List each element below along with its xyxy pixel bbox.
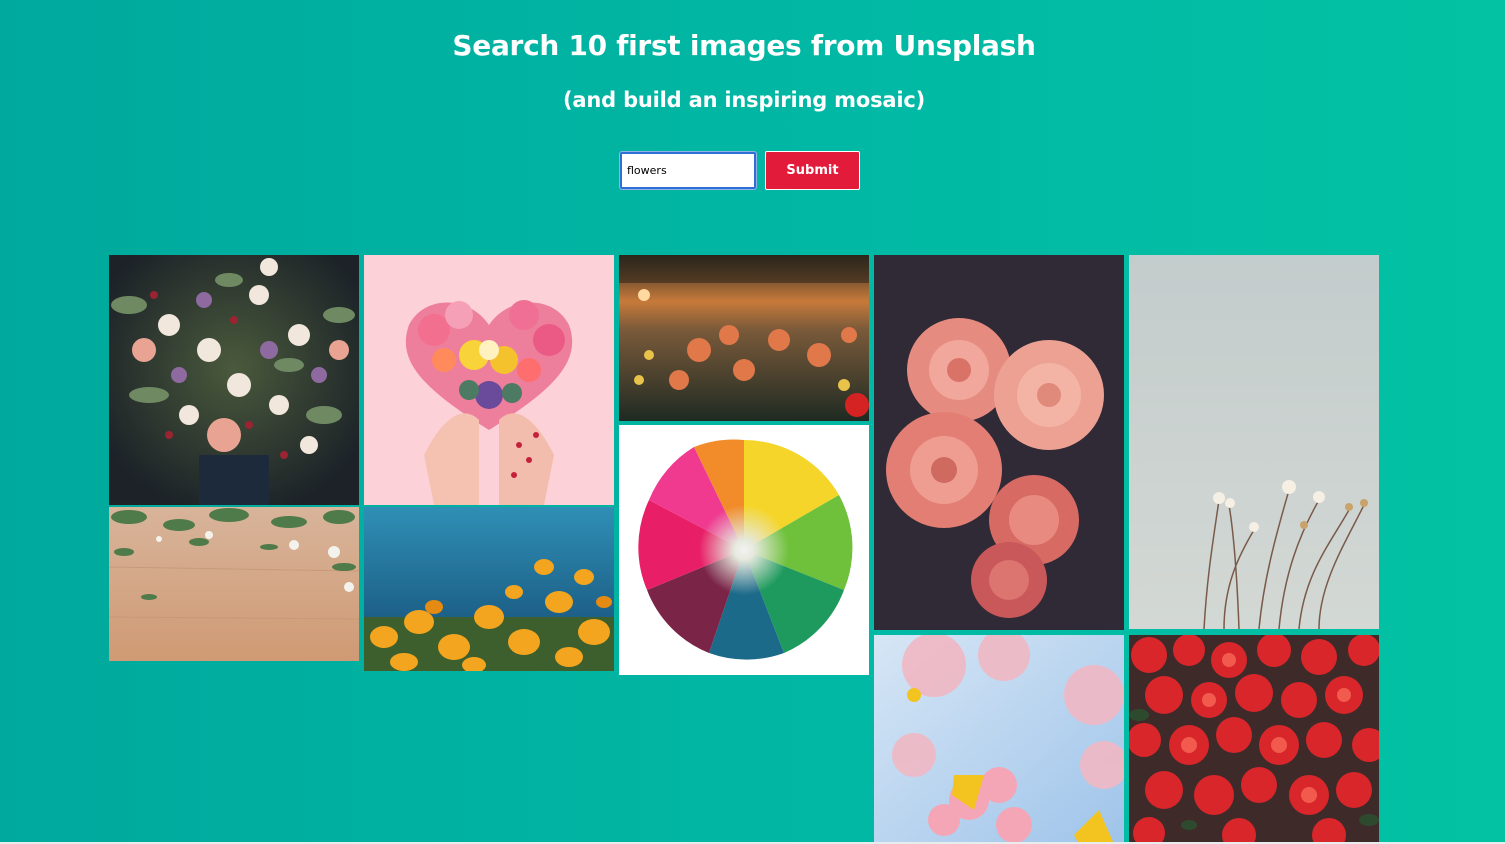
search-input[interactable] xyxy=(620,152,756,189)
mosaic-image-rainbow-chrysanthemum[interactable] xyxy=(619,425,869,675)
mosaic-image-bouquet[interactable] xyxy=(109,255,359,505)
page-subtitle: (and build an inspiring mosaic) xyxy=(563,88,925,112)
submit-button[interactable]: Submit xyxy=(765,151,860,190)
page-title: Search 10 first images from Unsplash xyxy=(452,29,1036,62)
mosaic-image-heart-flowers[interactable] xyxy=(364,255,614,505)
mosaic-image-greenery-wood[interactable] xyxy=(109,507,359,661)
mosaic-image-red-begonias[interactable] xyxy=(1129,635,1379,844)
mosaic-image-pink-roses[interactable] xyxy=(874,255,1124,630)
mosaic-image-orange-poppies[interactable] xyxy=(364,507,614,671)
mosaic-image-white-wildflowers[interactable] xyxy=(1129,255,1379,629)
mosaic-image-cherry-blossom[interactable] xyxy=(874,635,1124,844)
mosaic-image-sunset-dahlias[interactable] xyxy=(619,255,869,421)
